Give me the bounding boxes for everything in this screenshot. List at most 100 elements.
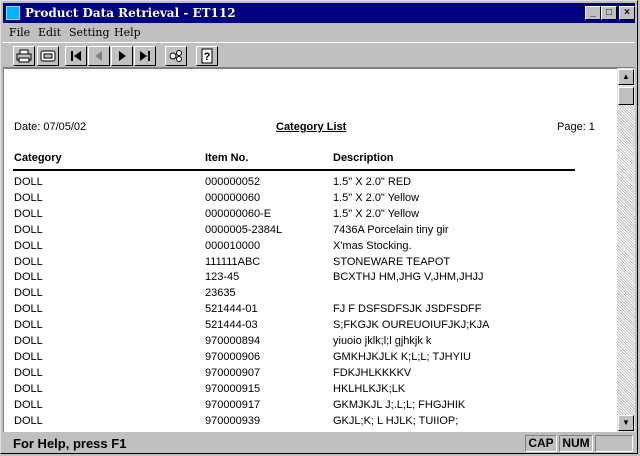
window-title: Product Data Retrieval - ET112: [25, 6, 236, 20]
menu-setting[interactable]: Setting: [69, 26, 110, 39]
scroll-down-button[interactable]: ▼: [618, 415, 634, 431]
maximize-button[interactable]: □: [601, 6, 617, 20]
scroll-track[interactable]: [617, 105, 635, 415]
cell-category: DOLL: [14, 366, 43, 379]
last-record-button[interactable]: [134, 46, 156, 66]
toolbar: ?: [3, 42, 635, 68]
close-icon: ×: [624, 7, 630, 18]
main-window: Product Data Retrieval - ET112 _ □ × Fil…: [0, 0, 638, 454]
arrow-down-icon: ▼: [622, 418, 630, 427]
cell-item-no: 000000060-E: [205, 207, 272, 220]
cell-description: 1.5" X 2.0" Yellow: [333, 191, 420, 204]
cell-category: DOLL: [14, 287, 43, 300]
cell-item-no: 000000060: [205, 191, 261, 204]
menu-bar: File Edit Setting Help: [3, 25, 635, 41]
num-indicator: NUM: [559, 435, 593, 452]
cell-item-no: 970000939: [205, 414, 261, 427]
column-header-item-no: Item No.: [205, 152, 249, 164]
cell-category: DOLL: [14, 191, 43, 204]
cell-category: DOLL: [14, 382, 43, 395]
next-record-button[interactable]: [111, 46, 133, 66]
arrow-up-icon: ▲: [622, 72, 630, 81]
report-date: Date: 07/05/02: [14, 121, 87, 133]
last-record-icon: [140, 51, 150, 61]
menu-edit[interactable]: Edit: [38, 26, 61, 39]
cell-description: STONEWARE TEAPOT: [333, 255, 451, 268]
print-preview-icon: [40, 50, 56, 62]
column-header-category: Category: [14, 152, 62, 164]
report-page-number: Page: 1: [557, 121, 595, 133]
cell-item-no: 521444-03: [205, 319, 258, 332]
settings-button[interactable]: [165, 46, 187, 66]
cell-description: 7436A Porcelain tiny gir: [333, 223, 449, 236]
minimize-icon: _: [590, 7, 596, 18]
cell-category: DOLL: [14, 303, 43, 316]
status-indicator-empty: [595, 435, 633, 452]
cell-category: DOLL: [14, 176, 43, 188]
cap-indicator: CAP: [525, 435, 557, 452]
app-icon[interactable]: [6, 6, 20, 20]
cell-category: DOLL: [14, 335, 43, 347]
cell-category: DOLL: [14, 350, 43, 363]
menu-help[interactable]: Help: [114, 26, 141, 39]
scroll-up-button[interactable]: ▲: [618, 69, 634, 85]
cell-description: 1.5" X 2.0" RED: [333, 176, 412, 188]
cell-item-no: 970000906: [205, 350, 261, 363]
print-icon: [16, 49, 32, 63]
vertical-scrollbar[interactable]: ▲ ▼: [617, 68, 635, 432]
svg-text:?: ?: [204, 51, 211, 63]
prev-record-button[interactable]: [88, 46, 110, 66]
cell-description: GKJL;K; L HJLK; TUIIOP;: [333, 414, 459, 427]
cell-description: FJ F DSFSDFSJK JSDFSDFF: [333, 303, 482, 316]
cell-category: DOLL: [14, 398, 43, 411]
cell-description: GKMJKJL J;.L;L; FHGJHIK: [333, 398, 466, 411]
cell-item-no: 23635: [205, 287, 236, 300]
cell-description: FDKJHLKKKKV: [333, 366, 412, 379]
help-button[interactable]: ?: [196, 46, 218, 66]
cell-item-no: 000000052: [205, 176, 261, 188]
cell-item-no: 970000915: [205, 382, 261, 395]
cell-category: DOLL: [14, 319, 43, 332]
cell-item-no: 970000917: [205, 398, 261, 411]
title-bar[interactable]: Product Data Retrieval - ET112 _ □ ×: [3, 3, 635, 23]
cell-item-no: 970000907: [205, 366, 261, 379]
cell-item-no: 521444-01: [205, 303, 258, 316]
report-view[interactable]: Date: 07/05/02 Category List Page: 1 Cat…: [3, 68, 617, 432]
cell-description: HKLHLKJK;LK: [333, 382, 406, 395]
settings-icon: [169, 50, 182, 62]
column-header-description: Description: [333, 152, 394, 164]
maximize-icon: □: [605, 7, 613, 18]
cell-category: DOLL: [14, 207, 43, 220]
scroll-thumb[interactable]: [618, 87, 634, 105]
print-preview-button[interactable]: [37, 46, 59, 66]
first-record-button[interactable]: [65, 46, 87, 66]
status-bar: For Help, press F1 CAP NUM: [3, 434, 635, 453]
status-text: For Help, press F1: [13, 436, 127, 451]
first-record-icon: [71, 51, 81, 61]
minimize-button[interactable]: _: [585, 6, 601, 20]
cell-description: 1.5" X 2.0" Yellow: [333, 207, 420, 220]
cell-item-no: 0000005-2384L: [205, 223, 283, 236]
report-title: Category List: [276, 121, 347, 133]
cell-item-no: 970000894: [205, 335, 261, 347]
cell-description: GMKHJKJLK K;L;L; TJHYIU: [333, 350, 471, 363]
cell-category: DOLL: [14, 271, 43, 284]
cell-item-no: 123-45: [205, 271, 240, 284]
cell-category: DOLL: [14, 255, 43, 268]
cell-description: X'mas Stocking.: [333, 239, 412, 252]
print-button[interactable]: [13, 46, 35, 66]
cell-description: S;FKGJK OUREUOIUFJKJ;KJA: [333, 319, 490, 332]
cell-category: DOLL: [14, 239, 43, 252]
cell-description: BCXTHJ HM,JHG V,JHM,JHJJ: [333, 271, 484, 284]
cell-item-no: 111111ABC: [205, 255, 261, 268]
help-icon: ?: [201, 48, 213, 64]
prev-record-icon: [95, 51, 102, 61]
cell-category: DOLL: [14, 414, 43, 427]
menu-file[interactable]: File: [9, 26, 30, 39]
header-rule: [13, 169, 575, 171]
next-record-icon: [119, 51, 126, 61]
cell-item-no: 000010000: [205, 239, 261, 252]
cell-category: DOLL: [14, 223, 43, 236]
cell-description: yiuoio jklk;l;l gjhkjk k: [333, 335, 432, 347]
close-button[interactable]: ×: [619, 6, 635, 20]
